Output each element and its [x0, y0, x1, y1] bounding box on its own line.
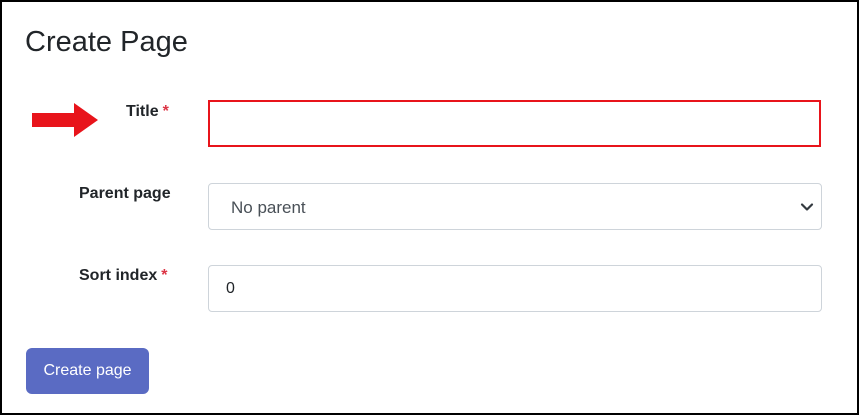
- sort-index-input[interactable]: [208, 265, 822, 312]
- sort-index-label-text: Sort index: [79, 267, 158, 284]
- chevron-down-icon: [800, 203, 814, 211]
- create-page-button[interactable]: Create page: [26, 348, 149, 394]
- sort-index-label: Sort index *: [79, 267, 167, 285]
- required-marker: *: [162, 103, 169, 120]
- title-label: Title *: [126, 103, 169, 121]
- title-input[interactable]: [208, 100, 821, 147]
- parent-page-label: Parent page: [79, 185, 171, 202]
- title-label-text: Title: [126, 103, 159, 120]
- arrow-right-icon: [32, 103, 98, 137]
- create-page-panel: Create Page Title * Parent page No parent…: [0, 0, 859, 415]
- parent-page-selected-value: No parent: [231, 198, 306, 217]
- page-title: Create Page: [25, 26, 188, 58]
- required-marker: *: [161, 267, 168, 284]
- parent-page-select[interactable]: No parent: [208, 183, 822, 230]
